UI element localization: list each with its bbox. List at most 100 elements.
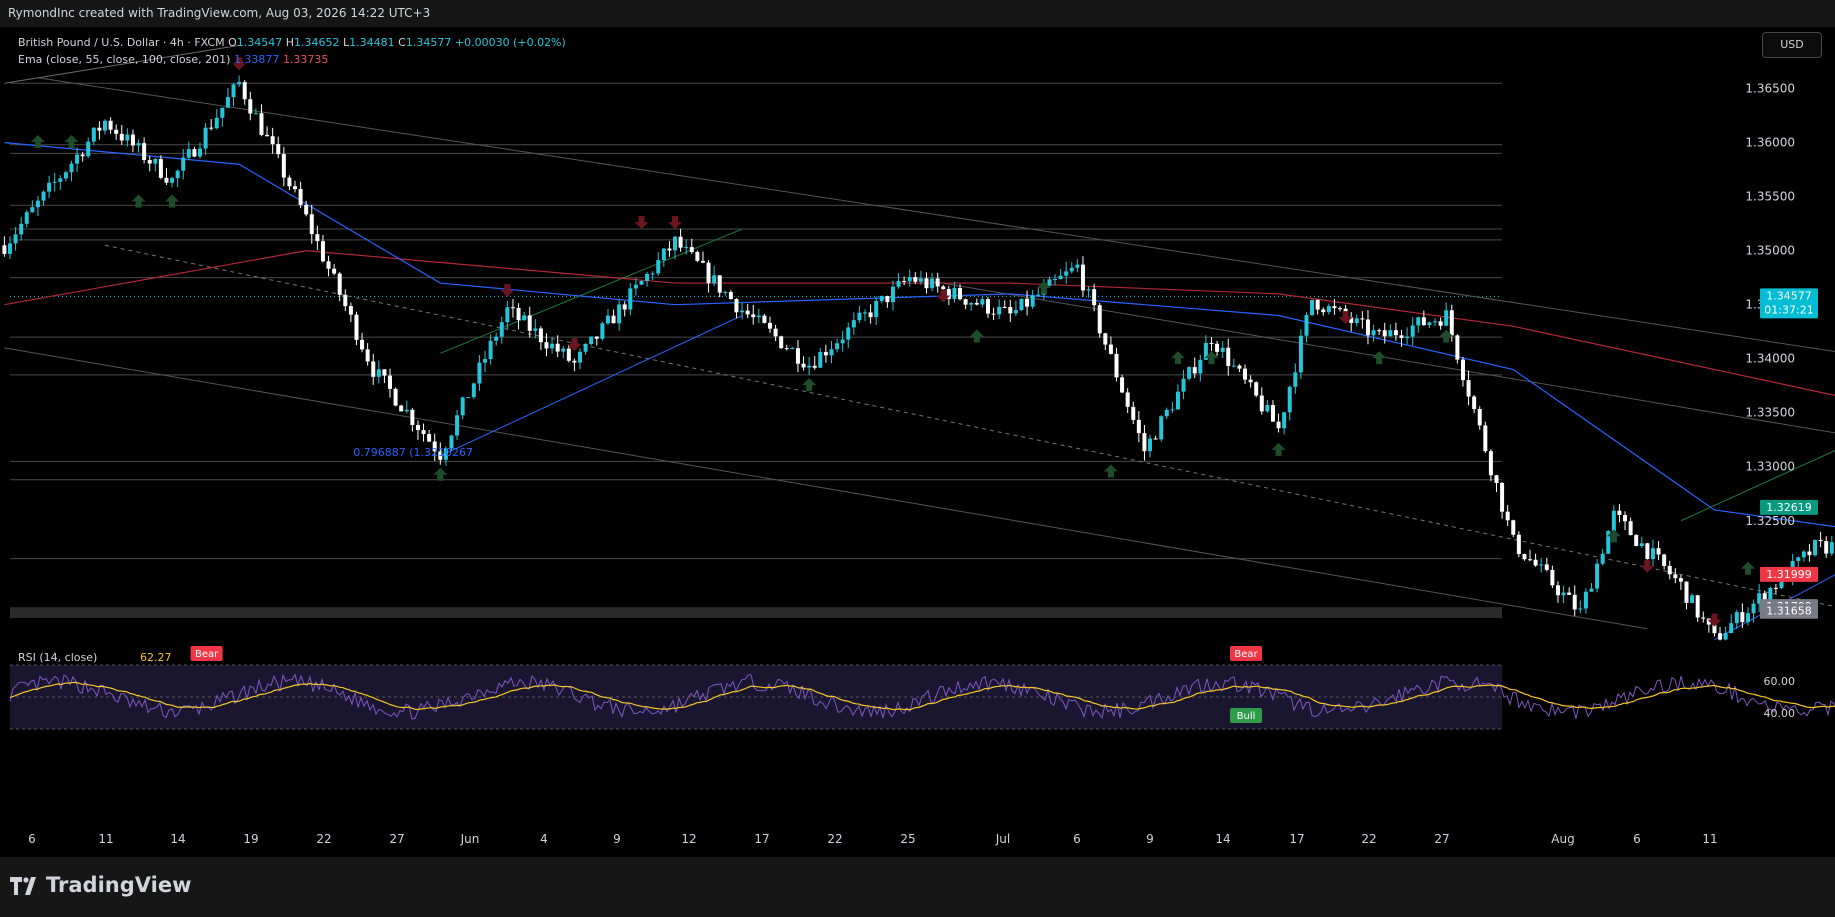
candle-body bbox=[382, 369, 387, 376]
candle-body bbox=[483, 359, 488, 363]
rsi-tick: 40.00 bbox=[1764, 707, 1796, 720]
candle-body bbox=[410, 409, 415, 425]
open-label: O bbox=[228, 36, 237, 49]
candle-body bbox=[1751, 603, 1756, 614]
time-tick: 27 bbox=[389, 832, 404, 846]
candle-body bbox=[293, 186, 298, 190]
candle-body bbox=[388, 375, 393, 389]
candle-body bbox=[1595, 563, 1600, 589]
candle-body bbox=[1662, 554, 1667, 566]
candle-body bbox=[1460, 359, 1465, 381]
candle-body bbox=[594, 336, 599, 339]
candle-body bbox=[1198, 359, 1203, 374]
candle-body bbox=[684, 247, 689, 249]
candle-body bbox=[1533, 559, 1538, 566]
price-badges: 1.3457701:37:211.326191.319991.317001.31… bbox=[1760, 288, 1818, 619]
symbol-title[interactable]: British Pound / U.S. Dollar · 4h · FXCM bbox=[18, 36, 225, 49]
time-tick: 12 bbox=[681, 832, 696, 846]
candle-body bbox=[494, 336, 499, 341]
ema-slow-line bbox=[4, 250, 1835, 397]
candle-body bbox=[287, 177, 292, 187]
candle-body bbox=[868, 312, 873, 318]
brand[interactable]: TradingView bbox=[10, 873, 191, 897]
candle-body bbox=[108, 120, 113, 130]
candle-body bbox=[1315, 299, 1320, 310]
candle-body bbox=[1310, 299, 1315, 315]
candle-body bbox=[47, 182, 52, 192]
candle-body bbox=[1572, 594, 1577, 610]
candle-body bbox=[823, 352, 828, 356]
candle-body bbox=[97, 127, 102, 131]
candle-body bbox=[147, 159, 152, 164]
candle-body bbox=[1237, 365, 1242, 369]
time-tick: 19 bbox=[243, 832, 258, 846]
candle-body bbox=[1444, 310, 1449, 326]
candle-body bbox=[326, 261, 331, 269]
candle-body bbox=[220, 107, 225, 118]
candle-body bbox=[1148, 438, 1153, 452]
candle-body bbox=[1516, 534, 1521, 554]
time-tick: 14 bbox=[1215, 832, 1230, 846]
candle-body bbox=[1438, 321, 1443, 326]
rsi-tick: 60.00 bbox=[1764, 675, 1796, 688]
candle-body bbox=[320, 241, 325, 262]
candle-body bbox=[1416, 317, 1421, 326]
currency-button[interactable]: USD bbox=[1762, 32, 1822, 58]
candle-body bbox=[404, 409, 409, 412]
candle-body bbox=[1108, 344, 1113, 354]
time-tick: 6 bbox=[28, 832, 36, 846]
price-chart[interactable]: 0.796887 (1.32102670.94937975407 1.36500… bbox=[0, 27, 1835, 857]
signal-arrows bbox=[30, 57, 1755, 627]
candle-body bbox=[1505, 511, 1510, 521]
candle-body bbox=[1410, 325, 1415, 337]
candle-body bbox=[890, 286, 895, 303]
candle-body bbox=[538, 328, 543, 343]
candle-body bbox=[572, 360, 577, 363]
candle-body bbox=[1142, 433, 1147, 452]
price-badge-label: 1.31658 bbox=[1766, 605, 1812, 618]
candle-body bbox=[1175, 391, 1180, 410]
candle-body bbox=[555, 343, 560, 352]
candle-body bbox=[991, 313, 996, 315]
price-badge-label: 1.34577 bbox=[1766, 289, 1812, 302]
trend-line bbox=[909, 277, 1835, 434]
candle-body bbox=[13, 234, 18, 244]
candle-body bbox=[633, 284, 638, 289]
candle-body bbox=[706, 262, 711, 284]
candle-body bbox=[1723, 633, 1728, 640]
candle-body bbox=[499, 322, 504, 337]
candle-body bbox=[125, 134, 130, 141]
candle-body bbox=[505, 307, 510, 323]
candle-body bbox=[103, 120, 108, 131]
candle-body bbox=[1030, 295, 1035, 307]
candle-body bbox=[58, 178, 63, 182]
candle-body bbox=[645, 273, 650, 282]
candle-body bbox=[935, 278, 940, 287]
ema-fast-value: 1.33877 bbox=[233, 53, 280, 66]
candle-body bbox=[175, 170, 180, 179]
candle-body bbox=[270, 136, 275, 145]
candle-body bbox=[605, 315, 610, 324]
candle-body bbox=[1326, 306, 1331, 313]
candle-body bbox=[35, 200, 40, 208]
ema-label[interactable]: Ema (close, 55, close, 100, close, 201) bbox=[18, 53, 230, 66]
candle-body bbox=[1701, 617, 1706, 619]
price-tick: 1.35500 bbox=[1745, 190, 1795, 204]
candle-body bbox=[1589, 588, 1594, 592]
candle-body bbox=[1304, 314, 1309, 336]
candle-body bbox=[1276, 421, 1281, 429]
candle-body bbox=[533, 328, 538, 331]
candle-body bbox=[510, 307, 515, 309]
candle-body bbox=[745, 310, 750, 315]
candle-body bbox=[550, 343, 555, 349]
candle-body bbox=[1075, 264, 1080, 268]
candle-body bbox=[399, 405, 404, 412]
candle-body bbox=[1500, 482, 1505, 512]
candle-body bbox=[337, 273, 342, 295]
candle-body bbox=[24, 212, 29, 224]
time-tick: 9 bbox=[1146, 832, 1154, 846]
candle-body bbox=[1745, 613, 1750, 623]
candle-body bbox=[885, 295, 890, 303]
candle-body bbox=[1092, 289, 1097, 306]
candle-body bbox=[924, 278, 929, 289]
